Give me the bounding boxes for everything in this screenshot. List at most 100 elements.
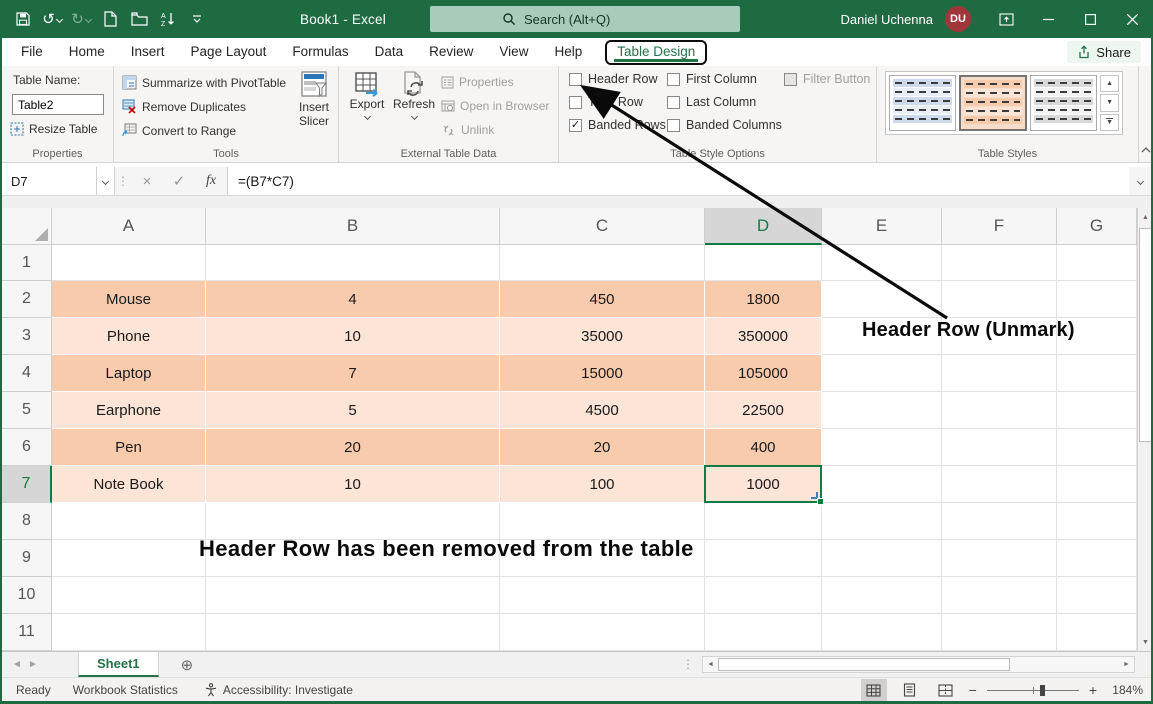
cell-F6[interactable] [942, 429, 1057, 466]
cell-E11[interactable] [822, 614, 942, 651]
row-header-11[interactable]: 11 [2, 614, 52, 651]
cell-F10[interactable] [942, 577, 1057, 614]
cell-C7[interactable]: 100 [500, 466, 705, 503]
page-layout-view-button[interactable] [897, 679, 923, 701]
unchecked-box-icon[interactable] [667, 96, 680, 109]
convert-to-range-button[interactable]: Convert to Range [122, 123, 236, 138]
normal-view-button[interactable] [861, 679, 887, 701]
sheet-tab-sheet1[interactable]: Sheet1 [78, 652, 159, 677]
row-header-4[interactable]: 4 [2, 355, 52, 392]
maximize-button[interactable] [1069, 0, 1111, 38]
cell-E8[interactable] [822, 503, 942, 540]
redo-icon[interactable]: ↻ [70, 8, 92, 30]
tab-review[interactable]: Review [416, 39, 486, 65]
gallery-up-icon[interactable]: ▲ [1100, 75, 1119, 92]
cell-D2[interactable]: 1800 [705, 281, 822, 318]
cell-B6[interactable]: 20 [206, 429, 500, 466]
scroll-down-icon[interactable]: ▼ [1138, 633, 1153, 651]
tab-help[interactable]: Help [541, 39, 595, 65]
cell-D7[interactable]: 1000 [705, 466, 822, 503]
customize-qat-icon[interactable] [186, 8, 208, 30]
column-header-e[interactable]: E [822, 208, 942, 245]
undo-icon[interactable]: ↺ [41, 8, 63, 30]
avatar[interactable]: DU [945, 6, 971, 32]
cell-F1[interactable] [942, 245, 1057, 281]
formula-bar-expand-icon[interactable] [1129, 167, 1151, 195]
open-folder-icon[interactable] [128, 8, 150, 30]
sheet-nav-right-icon[interactable]: ► [18, 659, 48, 670]
cell-G1[interactable] [1057, 245, 1137, 281]
cell-F7[interactable] [942, 466, 1057, 503]
cell-E2[interactable] [822, 281, 942, 318]
accessibility-button[interactable]: Accessibility: Investigate [204, 683, 353, 697]
tab-home[interactable]: Home [56, 39, 118, 65]
cell-A5[interactable]: Earphone [52, 392, 206, 429]
close-button[interactable] [1111, 0, 1153, 38]
cell-B7[interactable]: 10 [206, 466, 500, 503]
formula-bar-handle-icon[interactable]: ⋮ [115, 167, 131, 195]
enter-check-icon[interactable]: ✓ [163, 167, 195, 195]
table-style-preview-1[interactable] [889, 75, 956, 131]
row-header-6[interactable]: 6 [2, 429, 52, 466]
zoom-level[interactable]: 184% [1107, 683, 1143, 697]
cell-A2[interactable]: Mouse [52, 281, 206, 318]
formula-input[interactable]: =(B7*C7) [227, 167, 1129, 195]
cell-F8[interactable] [942, 503, 1057, 540]
cell-B9[interactable] [206, 540, 500, 577]
row-header-7[interactable]: 7 [2, 466, 52, 503]
cell-D4[interactable]: 105000 [705, 355, 822, 392]
cell-D6[interactable]: 400 [705, 429, 822, 466]
splitter-dots-icon[interactable]: ⋮ [682, 657, 694, 671]
sort-az-icon[interactable]: AZ [157, 8, 179, 30]
cancel-icon[interactable]: × [131, 167, 163, 195]
cell-A10[interactable] [52, 577, 206, 614]
cell-C10[interactable] [500, 577, 705, 614]
cell-B3[interactable]: 10 [206, 318, 500, 355]
table-style-preview-2[interactable] [959, 75, 1026, 131]
export-button[interactable]: Export [345, 71, 389, 119]
cell-E5[interactable] [822, 392, 942, 429]
row-header-3[interactable]: 3 [2, 318, 52, 355]
new-file-icon[interactable] [99, 8, 121, 30]
cell-A6[interactable]: Pen [52, 429, 206, 466]
checkbox-banded-rows[interactable]: ✓Banded Rows [569, 118, 667, 132]
user-name[interactable]: Daniel Uchenna [840, 12, 933, 27]
cell-C9[interactable] [500, 540, 705, 577]
cell-G9[interactable] [1057, 540, 1137, 577]
cell-B4[interactable]: 7 [206, 355, 500, 392]
column-header-b[interactable]: B [206, 208, 500, 245]
cell-E3[interactable] [822, 318, 942, 355]
horizontal-scroll-thumb[interactable] [718, 658, 1010, 671]
gallery-more-icon[interactable]: ▼ [1100, 114, 1119, 131]
cell-C11[interactable] [500, 614, 705, 651]
tab-insert[interactable]: Insert [118, 39, 178, 65]
hscroll-left-icon[interactable]: ◄ [703, 657, 718, 672]
cell-C4[interactable]: 15000 [500, 355, 705, 392]
cell-G4[interactable] [1057, 355, 1137, 392]
add-sheet-icon[interactable]: ⊕ [181, 656, 194, 674]
cell-E1[interactable] [822, 245, 942, 281]
checkbox-first-column[interactable]: First Column [667, 72, 784, 86]
tab-page-layout[interactable]: Page Layout [178, 39, 280, 65]
resize-table-button[interactable]: Resize Table [10, 122, 97, 136]
search-input[interactable]: Search (Alt+Q) [430, 6, 740, 32]
unchecked-box-icon[interactable] [667, 73, 680, 86]
cell-F2[interactable] [942, 281, 1057, 318]
checked-box-icon[interactable]: ✓ [569, 119, 582, 132]
zoom-in-icon[interactable]: + [1089, 682, 1097, 698]
minimize-button[interactable] [1027, 0, 1069, 38]
vertical-scroll-thumb[interactable] [1139, 228, 1152, 442]
cell-B11[interactable] [206, 614, 500, 651]
cell-B2[interactable]: 4 [206, 281, 500, 318]
cell-E7[interactable] [822, 466, 942, 503]
cell-C1[interactable] [500, 245, 705, 281]
save-icon[interactable] [12, 8, 34, 30]
remove-duplicates-button[interactable]: Remove Duplicates [122, 99, 246, 114]
row-header-5[interactable]: 5 [2, 392, 52, 429]
cell-C2[interactable]: 450 [500, 281, 705, 318]
share-button[interactable]: Share [1067, 41, 1141, 63]
cell-D3[interactable]: 350000 [705, 318, 822, 355]
cell-G11[interactable] [1057, 614, 1137, 651]
cell-D11[interactable] [705, 614, 822, 651]
scroll-up-icon[interactable]: ▲ [1138, 208, 1153, 226]
